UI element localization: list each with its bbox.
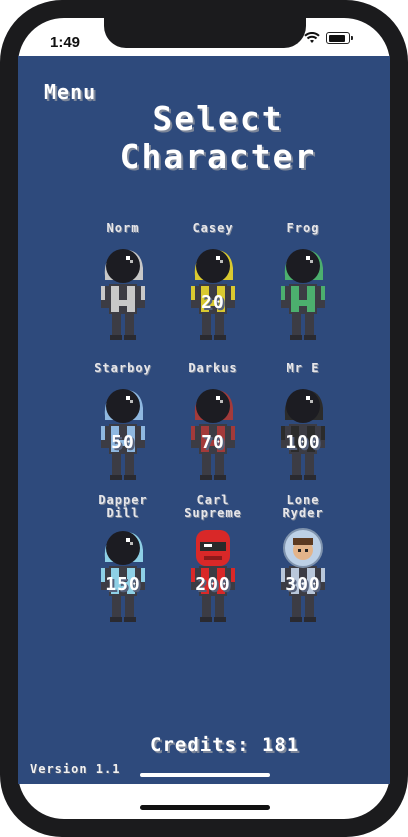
character-name: Norm [106,221,140,235]
character-name: Lone Ryder [282,493,324,520]
credits-label: Credits: 181 [150,734,300,756]
character-card[interactable]: Carl Supreme 200 [168,494,258,652]
page-title: Select Character [108,100,328,176]
character-price: 50 [111,432,135,453]
title-line-2: Character [119,137,317,176]
inner-home-bar [140,773,270,777]
character-name: Casey [192,221,234,235]
character-sprite-icon [101,249,145,340]
wifi-icon [304,32,320,43]
character-name: Frog [286,221,320,235]
battery-icon [326,32,353,44]
character-price: 20 [201,292,225,313]
character-price: 150 [105,574,141,595]
character-name: Carl Supreme [184,493,242,520]
character-card[interactable]: Norm [78,222,168,370]
character-price: 300 [285,574,321,595]
character-card[interactable]: Starboy 50 [78,362,168,510]
character-sprite-icon [281,249,325,340]
character-name: Darkus [188,361,238,375]
character-card[interactable]: Casey 20 [168,222,258,370]
menu-button[interactable]: Menu [44,80,96,104]
version-label: Version 1.1 [30,762,121,776]
character-name: Mr E [286,361,320,375]
character-price: 70 [201,432,225,453]
phone-notch [104,18,306,48]
character-card[interactable]: Darkus 70 [168,362,258,510]
character-name: Starboy [94,361,152,375]
status-time: 1:49 [50,34,81,51]
character-card[interactable]: Lone Ryder 300 [258,494,348,652]
character-card[interactable]: Mr E 100 [258,362,348,510]
game-screen: Menu Select Character Norm Casey 20 Frog Sta… [18,56,390,784]
character-card[interactable]: Frog [258,222,348,370]
title-line-1: Select [152,99,284,138]
home-indicator[interactable] [140,805,270,810]
character-price: 200 [195,574,231,595]
character-name: Dapper Dill [98,493,148,520]
character-price: 100 [285,432,321,453]
phone-frame: 1:49 Menu Select Character Norm Casey 20 Fr… [0,0,408,837]
character-card[interactable]: Dapper Dill 150 [78,494,168,652]
